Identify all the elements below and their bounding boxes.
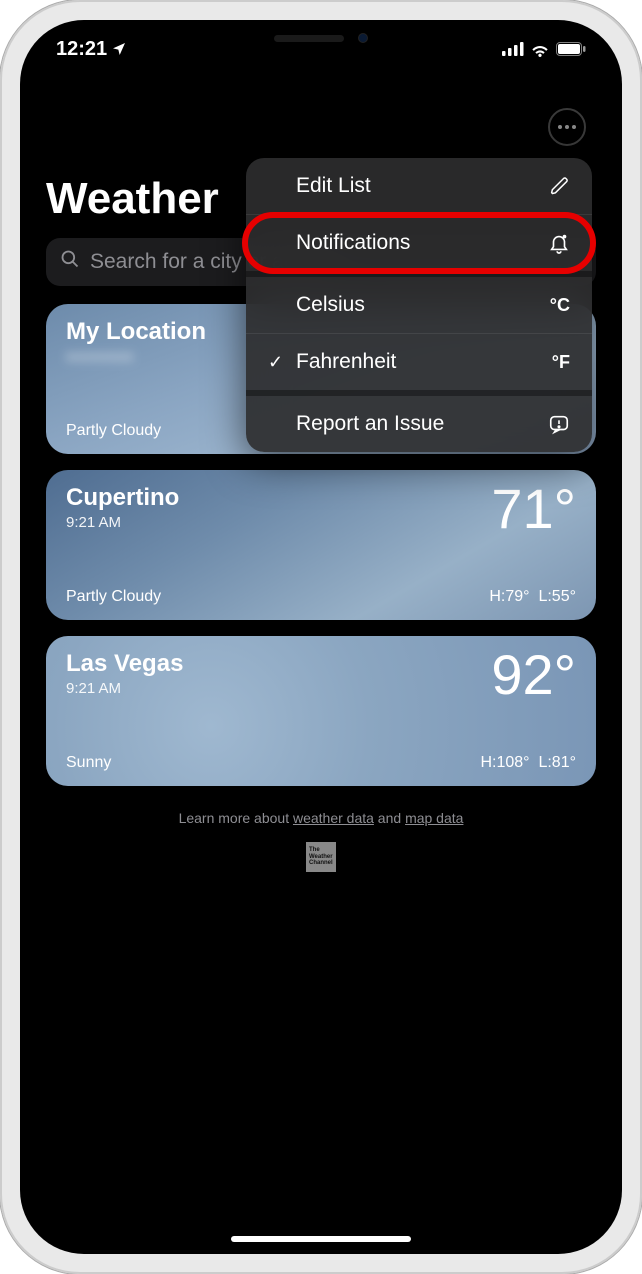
report-issue-icon xyxy=(548,413,570,435)
card-title: Las Vegas xyxy=(66,650,183,678)
menu-fahrenheit[interactable]: ✓ Fahrenheit °F xyxy=(246,334,592,396)
battery-icon xyxy=(556,42,586,56)
menu-label: Report an Issue xyxy=(296,412,444,436)
search-icon xyxy=(60,249,80,275)
menu-label: Fahrenheit xyxy=(296,350,396,374)
card-condition: Partly Cloudy xyxy=(66,422,161,440)
footer-attribution: Learn more about weather data and map da… xyxy=(46,810,596,826)
checkmark-icon: ✓ xyxy=(268,352,286,373)
weather-channel-logo: The Weather Channel xyxy=(306,842,336,872)
menu-label: Notifications xyxy=(296,231,410,255)
card-subtitle: 9:21 AM xyxy=(66,680,183,697)
card-hilo: H:108° L:81° xyxy=(480,754,576,772)
card-hilo: H:79° L:55° xyxy=(489,588,576,606)
weather-card-las-vegas[interactable]: Las Vegas 9:21 AM 92° Sunny H:108° L:81° xyxy=(46,636,596,786)
ellipsis-icon xyxy=(558,125,576,129)
card-condition: Partly Cloudy xyxy=(66,588,161,606)
earpiece xyxy=(274,35,344,42)
fahrenheit-unit-icon: °F xyxy=(552,352,570,373)
location-services-icon xyxy=(111,41,127,57)
front-camera xyxy=(358,33,368,43)
card-high: H:108° xyxy=(480,754,529,771)
card-temperature: 71° xyxy=(491,484,576,534)
card-low: L:55° xyxy=(538,588,576,605)
card-temperature: 92° xyxy=(491,650,576,700)
card-high: H:79° xyxy=(489,588,529,605)
more-button[interactable] xyxy=(548,108,586,146)
menu-report-issue[interactable]: Report an Issue xyxy=(246,396,592,452)
menu-edit-list[interactable]: Edit List xyxy=(246,158,592,215)
menu-label: Edit List xyxy=(296,174,371,198)
weather-card-cupertino[interactable]: Cupertino 9:21 AM 71° Partly Cloudy H:79… xyxy=(46,470,596,620)
menu-label: Celsius xyxy=(296,293,365,317)
device-frame: 12:21 xyxy=(0,0,642,1274)
footer-mid: and xyxy=(374,810,405,826)
card-low: L:81° xyxy=(538,754,576,771)
card-subtitle: 9:21 AM xyxy=(66,514,179,531)
card-title: Cupertino xyxy=(66,484,179,512)
cellular-signal-icon xyxy=(502,42,524,56)
status-time: 12:21 xyxy=(56,38,107,61)
map-data-link[interactable]: map data xyxy=(405,810,463,826)
menu-notifications[interactable]: Notifications xyxy=(246,215,592,277)
card-condition: Sunny xyxy=(66,754,111,772)
card-title: My Location xyxy=(66,318,206,346)
footer-prefix: Learn more about xyxy=(179,810,293,826)
screen: 12:21 xyxy=(20,20,622,1254)
menu-celsius[interactable]: Celsius °C xyxy=(246,277,592,334)
home-indicator[interactable] xyxy=(231,1236,411,1242)
notch xyxy=(196,20,446,56)
wifi-icon xyxy=(530,42,550,57)
weather-data-link[interactable]: weather data xyxy=(293,810,374,826)
bell-icon xyxy=(548,232,570,254)
pencil-icon xyxy=(550,176,570,196)
more-menu: Edit List Notifications Celsius °C ✓ Fahr… xyxy=(246,158,592,452)
celsius-unit-icon: °C xyxy=(550,295,570,316)
card-subtitle-redacted: xxxxxxxx xyxy=(66,348,206,365)
